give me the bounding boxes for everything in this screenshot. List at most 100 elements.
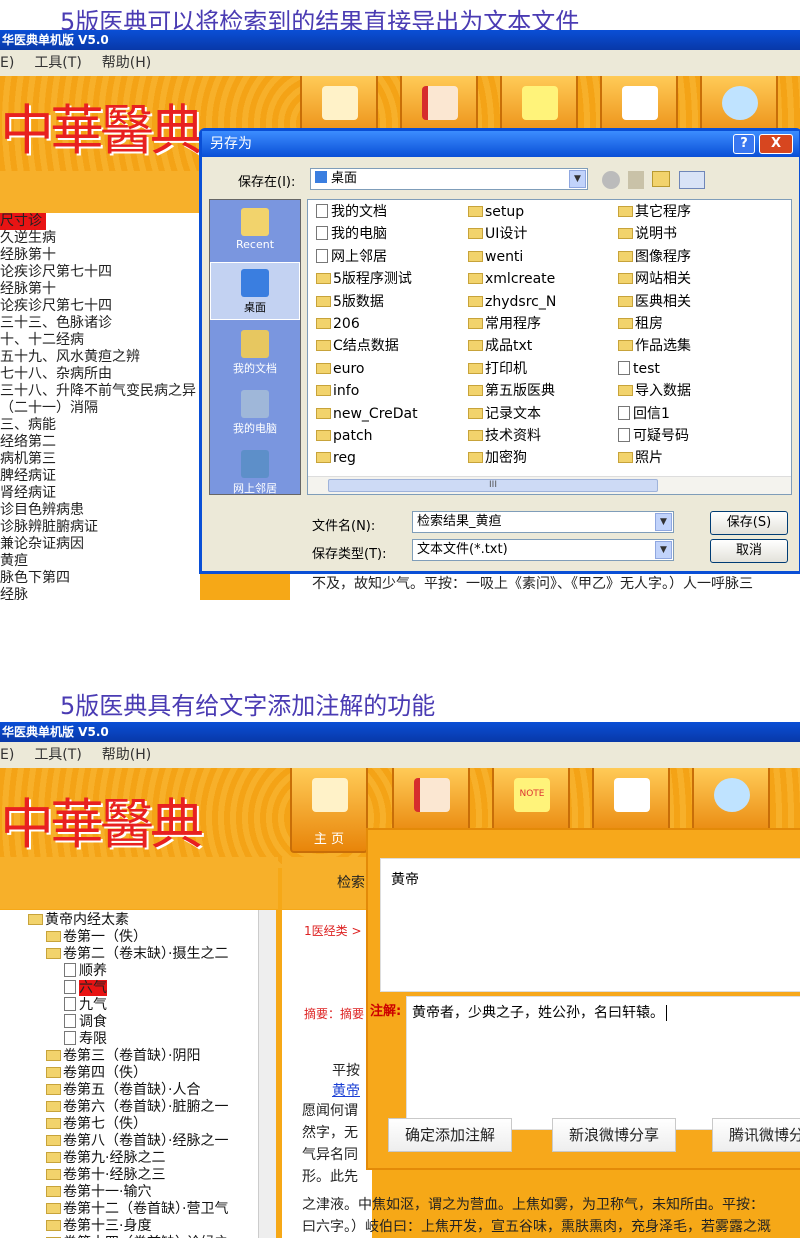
file-item[interactable]: 医典相关 (618, 292, 691, 312)
tree-node[interactable]: 卷第八（卷首缺）·经脉之一 (46, 1133, 228, 1150)
new-folder-icon[interactable] (652, 171, 670, 187)
chevron-down-icon[interactable]: ▼ (569, 170, 586, 188)
file-item[interactable]: 206 (316, 314, 360, 334)
list-item[interactable]: 黄疸 (0, 553, 200, 570)
file-item[interactable]: zhydsrc_N (468, 292, 556, 312)
file-item[interactable]: 打印机 (468, 359, 527, 379)
file-item[interactable]: 我的文档 (316, 202, 387, 222)
file-item[interactable]: 记录文本 (468, 404, 541, 424)
list-item[interactable]: 经脉 (0, 587, 200, 600)
list-item[interactable]: 兼论杂证病因 (0, 536, 200, 553)
tree-node[interactable]: 卷第五（卷首缺）·人合 (46, 1082, 200, 1099)
file-item[interactable]: 回信1 (618, 404, 670, 424)
menu-edit[interactable]: E) (0, 50, 14, 76)
tree-node[interactable]: 卷第十一·输穴 (46, 1184, 151, 1201)
list-item[interactable]: 论疾诊尺第七十四 (0, 298, 200, 315)
cancel-button[interactable]: 取消 (710, 539, 788, 563)
file-item[interactable]: 租房 (618, 314, 663, 334)
file-item[interactable]: patch (316, 426, 373, 446)
file-item[interactable]: 成品txt (468, 336, 532, 356)
tree-scrollbar[interactable] (258, 910, 276, 1238)
list-item[interactable]: 经脉第十 (0, 281, 200, 298)
file-item[interactable]: 5版数据 (316, 292, 384, 312)
file-item[interactable]: 可疑号码 (618, 426, 689, 446)
file-item[interactable]: euro (316, 359, 365, 379)
menu-help[interactable]: 帮助(H) (102, 742, 151, 768)
list-item[interactable]: 五十九、风水黄疸之辨 (0, 349, 200, 366)
list-item[interactable]: 三十三、色脉诸诊 (0, 315, 200, 332)
list-item[interactable]: 脾经病证 (0, 468, 200, 485)
file-item[interactable]: 导入数据 (618, 381, 691, 401)
horizontal-scrollbar[interactable]: III (308, 476, 791, 494)
home-button[interactable]: 主 页 (290, 768, 368, 853)
list-item[interactable]: 病机第三 (0, 451, 200, 468)
list-item[interactable]: 久逆生病 (0, 230, 200, 247)
file-item[interactable]: 加密狗 (468, 448, 527, 468)
list-item[interactable]: 三、病能 (0, 417, 200, 434)
list-item[interactable]: 肾经病证 (0, 485, 200, 502)
save-in-select[interactable]: 桌面 ▼ (310, 168, 588, 190)
file-item[interactable]: 第五版医典 (468, 381, 555, 401)
tree-node[interactable]: 卷第十·经脉之三 (46, 1167, 165, 1184)
save-button[interactable]: 保存(S) (710, 511, 788, 535)
breadcrumb[interactable]: 1医经类 > (304, 922, 362, 939)
sina-weibo-share-button[interactable]: 新浪微博分享 (552, 1118, 676, 1152)
chevron-down-icon[interactable]: ▼ (655, 541, 672, 559)
file-item[interactable]: 照片 (618, 448, 663, 468)
annotated-link[interactable]: 黄帝 (332, 1080, 360, 1100)
list-item[interactable]: 脉色下第四 (0, 570, 200, 587)
place-recent[interactable]: Recent (210, 202, 300, 260)
tree-node[interactable]: 六气 (64, 980, 107, 997)
file-item[interactable]: wenti (468, 247, 523, 267)
file-item[interactable]: reg (316, 448, 356, 468)
list-item[interactable]: 诊脉辨脏腑病证 (0, 519, 200, 536)
tencent-weibo-share-button[interactable]: 腾讯微博分享 (712, 1118, 800, 1152)
file-item[interactable]: 技术资料 (468, 426, 541, 446)
tree-node[interactable]: 寿限 (64, 1031, 107, 1048)
filename-input[interactable]: 检索结果_黄疸 ▼ (412, 511, 674, 533)
list-item[interactable]: 论疾诊尺第七十四 (0, 264, 200, 281)
scroll-thumb[interactable]: III (328, 479, 658, 492)
list-item[interactable]: 经脉第十 (0, 247, 200, 264)
views-menu-icon[interactable] (679, 171, 705, 189)
tree-node[interactable]: 黄帝内经太素 (28, 912, 129, 929)
place-network[interactable]: 网上邻居 (210, 444, 300, 502)
tree-node[interactable]: 九气 (64, 997, 107, 1014)
file-item[interactable]: info (316, 381, 359, 401)
place-desktop[interactable]: 桌面 (210, 262, 300, 320)
tree-node[interactable]: 卷第三（卷首缺）·阴阳 (46, 1048, 200, 1065)
file-item[interactable]: test (618, 359, 660, 379)
file-item[interactable]: 作品选集 (618, 336, 691, 356)
list-item[interactable]: 十、十二经病 (0, 332, 200, 349)
annotation-title-box[interactable]: 黄帝 (380, 858, 800, 992)
tree-node[interactable]: 卷第一（佚） (46, 929, 147, 946)
file-item[interactable]: 其它程序 (618, 202, 691, 222)
list-item[interactable]: 三十八、升降不前气变民病之异 (0, 383, 200, 400)
file-item[interactable]: new_CreDat (316, 404, 418, 424)
list-item[interactable]: 七十八、杂病所由 (0, 366, 200, 383)
file-item[interactable]: setup (468, 202, 524, 222)
list-item[interactable]: 尺寸诊 (0, 213, 46, 230)
tree-node[interactable]: 卷第九·经脉之二 (46, 1150, 165, 1167)
menu-tools[interactable]: 工具(T) (34, 50, 81, 76)
list-item[interactable]: 诊目色辨病患 (0, 502, 200, 519)
close-button[interactable]: X (759, 134, 793, 154)
list-item[interactable]: 经络第二 (0, 434, 200, 451)
file-item[interactable]: UI设计 (468, 224, 527, 244)
file-item[interactable]: 我的电脑 (316, 224, 387, 244)
file-item[interactable]: 网上邻居 (316, 247, 387, 267)
tree-node[interactable]: 卷第六（卷首缺）·脏腑之一 (46, 1099, 228, 1116)
tree-node[interactable]: 卷第十三·身度 (46, 1218, 151, 1235)
place-my-documents[interactable]: 我的文档 (210, 324, 300, 382)
filetype-select[interactable]: 文本文件(*.txt) ▼ (412, 539, 674, 561)
tab-search[interactable]: 检索 (282, 857, 372, 909)
tree-node[interactable]: 调食 (64, 1014, 107, 1031)
up-folder-icon[interactable] (628, 171, 644, 189)
file-item[interactable]: 网站相关 (618, 269, 691, 289)
file-item[interactable]: 常用程序 (468, 314, 541, 334)
help-button[interactable]: ? (733, 134, 755, 154)
tree-node[interactable]: 卷第七（佚） (46, 1116, 147, 1133)
tree-node[interactable]: 卷第二（卷末缺）·摄生之二 (46, 946, 228, 963)
file-item[interactable]: 图像程序 (618, 247, 691, 267)
list-item[interactable]: （二十一）消隔 (0, 400, 200, 417)
